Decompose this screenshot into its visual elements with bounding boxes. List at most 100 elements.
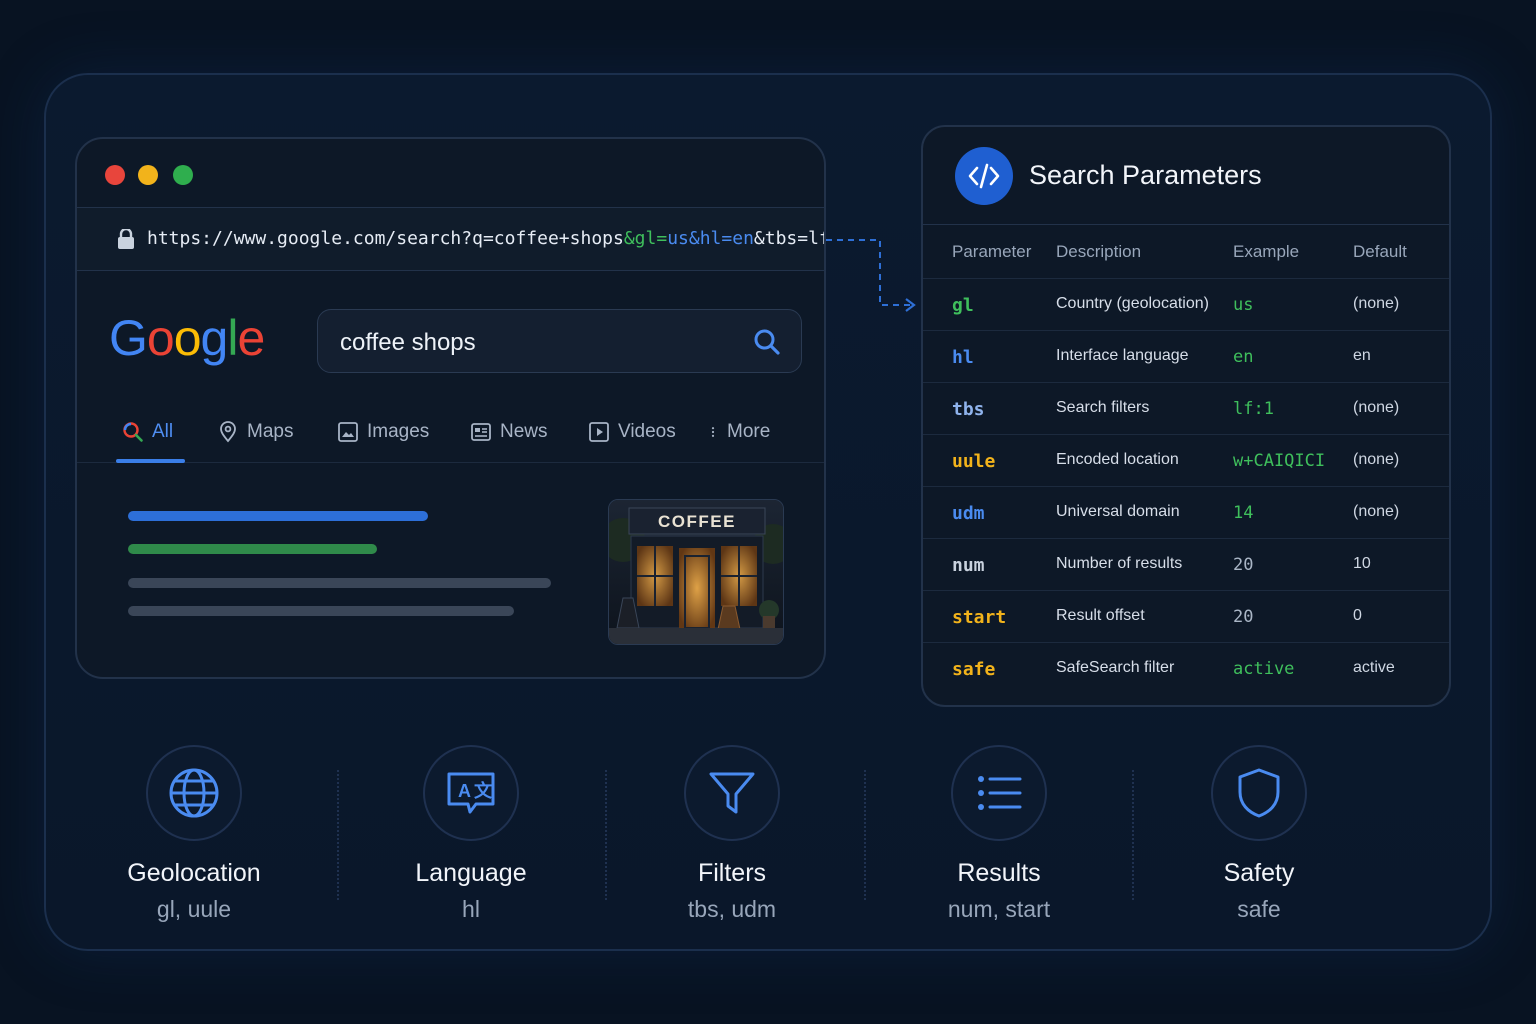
tab-images[interactable]: Images	[337, 417, 429, 447]
parameter-default: en	[1353, 347, 1371, 364]
parameter-row: udm Universal domain 14 (none)	[923, 486, 1449, 538]
lock-icon	[118, 229, 134, 249]
tab-all[interactable]: All	[122, 417, 173, 447]
google-logo[interactable]: Google	[109, 309, 265, 367]
parameter-description: Result offset	[1056, 607, 1145, 624]
tab-label: Images	[367, 421, 430, 442]
feature-safety: Safety safe	[1139, 745, 1379, 923]
feature-language: A 文 Language hl	[351, 745, 591, 923]
connector-arrow	[826, 239, 916, 312]
parameter-name: uule	[952, 451, 996, 472]
header-parameter: Parameter	[952, 242, 1032, 261]
parameter-name: gl	[952, 295, 974, 316]
feature-name: Filters	[697, 859, 767, 887]
parameter-example: 14	[1233, 503, 1254, 523]
parameter-row: start Result offset 20 0	[923, 590, 1449, 642]
image-icon	[338, 422, 358, 442]
list-icon	[951, 745, 1047, 841]
tab-more[interactable]: More	[707, 417, 770, 447]
translate-icon: A 文	[423, 745, 519, 841]
parameter-description: SafeSearch filter	[1056, 659, 1175, 676]
divider	[1132, 770, 1134, 900]
parameter-example: 20	[1233, 607, 1254, 627]
divider	[337, 770, 339, 900]
search-input[interactable]: coffee shops	[317, 309, 802, 373]
parameter-default: 10	[1353, 555, 1371, 572]
tab-news[interactable]: News	[470, 417, 548, 447]
coffee-shop-thumbnail[interactable]: COFFEE	[608, 499, 784, 645]
parameter-default: (none)	[1353, 295, 1400, 312]
result-url-placeholder	[128, 544, 377, 554]
tab-maps[interactable]: Maps	[217, 417, 293, 447]
parameter-example: w+CAIQICI	[1233, 451, 1326, 471]
code-icon	[955, 147, 1013, 205]
tab-videos[interactable]: Videos	[588, 417, 676, 447]
parameter-default: (none)	[1353, 503, 1400, 520]
parameter-default: 0	[1353, 607, 1362, 624]
parameter-row: gl Country (geolocation) us (none)	[923, 278, 1449, 330]
header-example: Example	[1233, 242, 1300, 261]
feature-name: Results	[957, 859, 1041, 887]
search-parameters-panel: Search Parameters Parameter Description …	[921, 125, 1451, 707]
parameter-description: Country (geolocation)	[1056, 295, 1209, 312]
map-pin-icon	[220, 421, 236, 443]
parameter-default: (none)	[1353, 399, 1400, 416]
search-icon[interactable]	[753, 328, 781, 356]
tab-label: All	[152, 421, 174, 442]
divider	[864, 770, 866, 900]
tab-label: More	[727, 421, 771, 442]
parameter-name: tbs	[952, 399, 985, 420]
parameter-description: Interface language	[1056, 347, 1189, 364]
divider	[605, 770, 607, 900]
svg-text:A: A	[458, 781, 471, 801]
newspaper-icon	[471, 423, 491, 441]
parameter-description: Number of results	[1056, 555, 1183, 572]
parameter-name: udm	[952, 503, 985, 524]
result-title-placeholder[interactable]	[128, 511, 428, 521]
parameter-example: active	[1233, 659, 1295, 679]
search-tabs: All Maps Images News Videos More	[77, 405, 824, 463]
window-maximize-dot[interactable]	[173, 165, 193, 185]
panel-title: Search Parameters	[1029, 160, 1262, 190]
tab-label: Maps	[247, 421, 294, 442]
feature-params: safe	[1237, 896, 1281, 922]
window-close-dot[interactable]	[105, 165, 125, 185]
feature-filters: Filters tbs, udm	[612, 745, 852, 923]
parameter-row: num Number of results 20 10	[923, 538, 1449, 590]
result-snippet-placeholder	[128, 578, 551, 588]
feature-name: Language	[415, 859, 527, 887]
parameter-description: Encoded location	[1056, 451, 1179, 468]
header-description: Description	[1056, 242, 1142, 261]
more-vertical-icon	[711, 427, 715, 437]
feature-results: Results num, start	[879, 745, 1119, 923]
parameter-name: num	[952, 555, 985, 576]
feature-name: Safety	[1223, 859, 1295, 887]
parameter-row: safe SafeSearch filter active active	[923, 642, 1449, 694]
parameter-default: active	[1353, 659, 1395, 676]
header-default: Default	[1353, 242, 1407, 261]
parameter-example: lf:1	[1233, 399, 1274, 419]
parameter-example: us	[1233, 295, 1254, 315]
search-query-text: coffee shops	[340, 329, 476, 356]
parameter-row: uule Encoded location w+CAIQICI (none)	[923, 434, 1449, 486]
parameter-name: hl	[952, 347, 974, 368]
play-icon	[589, 422, 609, 442]
feature-params: hl	[462, 896, 480, 922]
address-bar[interactable]: https://www.google.com/search?q=coffee+s…	[77, 207, 824, 271]
parameter-example: 20	[1233, 555, 1254, 575]
feature-params: gl, uule	[156, 896, 232, 922]
window-minimize-dot[interactable]	[138, 165, 158, 185]
tab-label: Videos	[618, 421, 676, 442]
parameter-name: safe	[952, 659, 996, 680]
parameter-description: Universal domain	[1056, 503, 1180, 520]
filter-icon	[684, 745, 780, 841]
svg-text:文: 文	[474, 780, 493, 801]
result-snippet-placeholder	[128, 606, 514, 616]
parameter-description: Search filters	[1056, 399, 1150, 416]
url-text: https://www.google.com/search?q=coffee+s…	[147, 228, 824, 249]
feature-geolocation: Geolocation gl, uule	[74, 745, 314, 923]
parameter-row: hl Interface language en en	[923, 330, 1449, 382]
feature-name: Geolocation	[127, 859, 261, 887]
tab-label: News	[500, 421, 548, 442]
coffee-sign-text: COFFEE	[658, 512, 736, 531]
